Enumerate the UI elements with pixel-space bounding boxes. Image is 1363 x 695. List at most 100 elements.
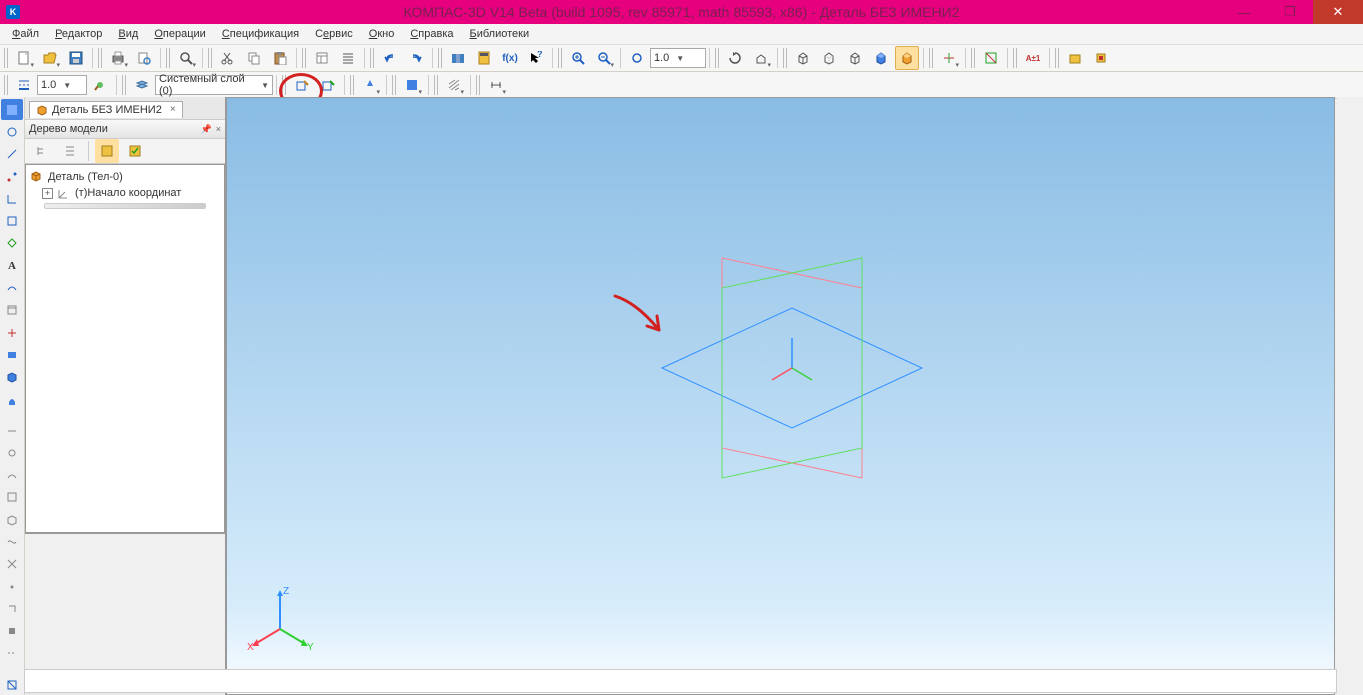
cut-button[interactable] <box>216 46 240 70</box>
document-tab[interactable]: Деталь БЕЗ ИМЕНИ2 × <box>29 101 183 118</box>
panel-item[interactable] <box>1 621 23 642</box>
wireframe-button[interactable] <box>791 46 815 70</box>
panel-text-icon[interactable]: A <box>1 255 23 276</box>
panel-item[interactable] <box>1 367 23 388</box>
dimension-button[interactable] <box>484 73 508 97</box>
panel-item[interactable] <box>1 487 23 508</box>
save-button[interactable] <box>64 46 88 70</box>
menu-help[interactable]: Справка <box>402 26 461 42</box>
line-width-combo[interactable]: 1.0▼ <box>37 75 87 95</box>
rotate-button[interactable] <box>723 46 747 70</box>
toolbar-grip[interactable] <box>434 75 439 95</box>
panel-item[interactable] <box>1 420 23 441</box>
tree-tool[interactable] <box>123 139 147 163</box>
toolbar-grip[interactable] <box>98 48 103 68</box>
rebuild-button[interactable] <box>1063 46 1087 70</box>
toolbar-grip[interactable] <box>122 75 127 95</box>
toolbar-grip[interactable] <box>929 48 934 68</box>
panel-item[interactable] <box>1 277 23 298</box>
toolbar-grip[interactable] <box>370 48 375 68</box>
panel-geometry[interactable] <box>1 99 23 120</box>
panel-item[interactable] <box>1 300 23 321</box>
toolbar-grip[interactable] <box>438 48 443 68</box>
panel-close-icon[interactable]: × <box>216 124 221 135</box>
toolbar-grip[interactable] <box>476 75 481 95</box>
variables-button[interactable]: f(x) <box>498 46 522 70</box>
toolbar-grip[interactable] <box>971 48 976 68</box>
toolbar-grip[interactable] <box>392 75 397 95</box>
open-button[interactable] <box>38 46 62 70</box>
layer-combo[interactable]: Системный слой (0)▼ <box>155 75 273 95</box>
paste-button[interactable] <box>268 46 292 70</box>
tree-child[interactable]: + (т)Начало координат <box>30 185 220 201</box>
toolbar-grip[interactable] <box>282 75 287 95</box>
panel-item[interactable] <box>1 144 23 165</box>
shaded-button[interactable] <box>869 46 893 70</box>
stop-button[interactable] <box>1089 46 1113 70</box>
panel-item[interactable] <box>1 464 23 485</box>
maximize-button[interactable]: ❐ <box>1267 0 1313 24</box>
tree-root[interactable]: Деталь (Тел-0) <box>30 169 220 185</box>
no-hidden-button[interactable] <box>843 46 867 70</box>
menu-operations[interactable]: Операции <box>146 26 213 42</box>
new-button[interactable] <box>12 46 36 70</box>
redo-button[interactable] <box>404 46 428 70</box>
measure-button[interactable]: A±1 <box>1021 46 1045 70</box>
zoom-fit-button[interactable] <box>625 46 649 70</box>
line-style-icon[interactable] <box>12 73 36 97</box>
panel-item[interactable] <box>1 344 23 365</box>
panel-item[interactable] <box>1 554 23 575</box>
toolbar-grip[interactable] <box>4 48 9 68</box>
copy-button[interactable] <box>242 46 266 70</box>
toolbar-grip[interactable] <box>208 48 213 68</box>
panel-item[interactable] <box>1 598 23 619</box>
panel-item[interactable] <box>1 576 23 597</box>
zoom-combo[interactable]: 1.0▼ <box>650 48 706 68</box>
tree-tool[interactable] <box>95 139 119 163</box>
section-button[interactable] <box>979 46 1003 70</box>
menu-file[interactable]: Файл <box>4 26 47 42</box>
toolbar-grip[interactable] <box>715 48 720 68</box>
toolbar-grip[interactable] <box>1055 48 1060 68</box>
zoom-in-button[interactable] <box>566 46 590 70</box>
layer-icon[interactable] <box>130 73 154 97</box>
panel-item[interactable] <box>1 442 23 463</box>
shaded-edges-button[interactable] <box>895 46 919 70</box>
zoom-tool-button[interactable] <box>174 46 198 70</box>
calculator-icon[interactable] <box>472 46 496 70</box>
sketch-button[interactable] <box>290 73 314 97</box>
toolbar-grip[interactable] <box>558 48 563 68</box>
toolbar-grip[interactable] <box>4 75 9 95</box>
close-button[interactable]: ✕ <box>1313 0 1363 24</box>
tree-scrollbar[interactable] <box>44 203 206 209</box>
panel-item[interactable] <box>1 643 23 664</box>
panel-item[interactable] <box>1 674 23 695</box>
expand-icon[interactable]: + <box>42 188 53 199</box>
pin-icon[interactable]: 📌 <box>201 124 212 135</box>
tree-tool[interactable] <box>58 139 82 163</box>
toolbar-grip[interactable] <box>1013 48 1018 68</box>
menu-view[interactable]: Вид <box>110 26 146 42</box>
panel-item[interactable] <box>1 509 23 530</box>
panel-item[interactable] <box>1 210 23 231</box>
3d-viewport[interactable]: Z X Y <box>226 97 1335 695</box>
perspective-button[interactable] <box>937 46 961 70</box>
color-button[interactable] <box>400 73 424 97</box>
panel-item[interactable] <box>1 322 23 343</box>
toolbar-grip[interactable] <box>350 75 355 95</box>
menu-service[interactable]: Сервис <box>307 26 361 42</box>
panel-item[interactable] <box>1 531 23 552</box>
zoom-out-button[interactable] <box>592 46 616 70</box>
menu-libraries[interactable]: Библиотеки <box>462 26 538 42</box>
hidden-lines-button[interactable] <box>817 46 841 70</box>
orientation-button[interactable] <box>749 46 773 70</box>
print-preview-button[interactable] <box>132 46 156 70</box>
help-cursor-button[interactable]: ? <box>524 46 548 70</box>
library-button[interactable] <box>446 46 470 70</box>
panel-item[interactable] <box>1 389 23 410</box>
model-tree[interactable]: Деталь (Тел-0) + (т)Начало координат <box>25 164 225 533</box>
properties-button[interactable] <box>310 46 334 70</box>
edit-sketch-button[interactable] <box>316 73 340 97</box>
style-button[interactable] <box>88 73 112 97</box>
list-button[interactable] <box>336 46 360 70</box>
